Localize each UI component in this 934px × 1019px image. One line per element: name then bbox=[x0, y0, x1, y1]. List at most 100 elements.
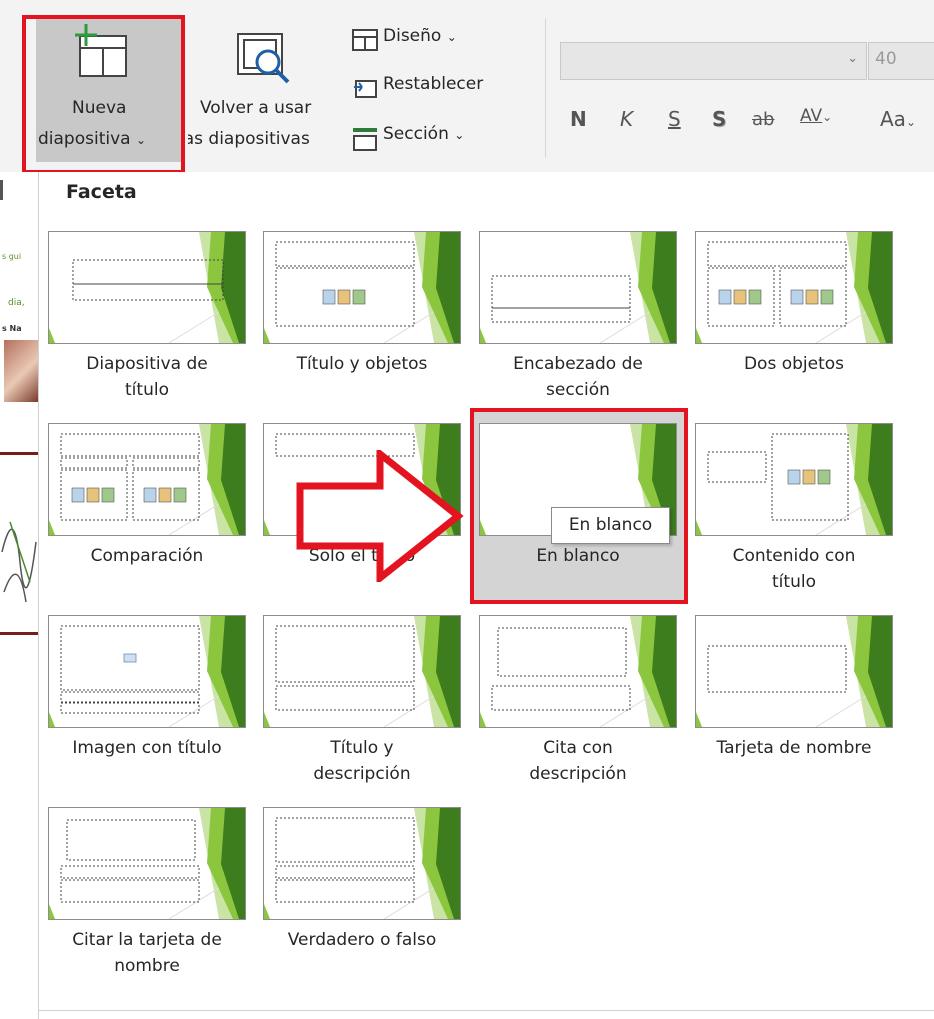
highlight-box-blank-layout bbox=[470, 408, 688, 604]
facet-shape bbox=[480, 328, 486, 343]
content-icon bbox=[787, 469, 801, 485]
slide-thumbnail[interactable]: s gui dia, s Na bbox=[0, 242, 38, 422]
placeholder-box bbox=[491, 685, 631, 711]
layout-thumb-title-content[interactable] bbox=[263, 231, 461, 344]
layout-thumb-comparison[interactable] bbox=[48, 423, 246, 536]
content-icon bbox=[71, 487, 85, 503]
slide-thumbnail[interactable] bbox=[0, 462, 38, 632]
layout-label: Cita con descripción bbox=[529, 738, 627, 784]
content-icon bbox=[748, 289, 762, 305]
content-icon bbox=[337, 289, 351, 305]
slide-preview bbox=[480, 232, 676, 343]
placeholder-box bbox=[275, 879, 415, 903]
placeholder-box bbox=[60, 691, 200, 703]
layout-icon bbox=[352, 29, 378, 51]
facet-shape bbox=[480, 712, 486, 727]
layout-thumb-quote-name-card[interactable] bbox=[48, 807, 246, 920]
font-size-combo[interactable]: 40 bbox=[868, 42, 934, 80]
placeholder-box bbox=[707, 451, 767, 483]
slide-preview bbox=[264, 808, 460, 919]
slide-preview bbox=[264, 232, 460, 343]
chevron-down-icon: ⌄ bbox=[446, 30, 457, 44]
slide-preview bbox=[480, 616, 676, 727]
char-spacing-button[interactable]: AV⌄ bbox=[800, 106, 832, 136]
layout-label: Contenido con título bbox=[732, 546, 856, 592]
layout-thumb-picture-caption[interactable] bbox=[48, 615, 246, 728]
facet-shape bbox=[696, 712, 702, 727]
placeholder-box bbox=[60, 879, 200, 903]
facet-shape bbox=[696, 328, 702, 343]
font-name-combo[interactable]: ⌄ bbox=[560, 42, 867, 80]
layout-thumb-section-header[interactable] bbox=[479, 231, 677, 344]
layout-thumb-two-content[interactable] bbox=[695, 231, 893, 344]
slide-thumbnail-strip: s gui dia, s Na bbox=[0, 172, 38, 1019]
layout-label: Título y descripción bbox=[313, 738, 411, 784]
placeholder-box bbox=[60, 433, 200, 457]
placeholder-box bbox=[60, 457, 128, 469]
divider bbox=[545, 18, 546, 158]
layout-label: Imagen con título bbox=[72, 738, 222, 758]
slide-photo bbox=[4, 340, 38, 402]
facet-shape bbox=[696, 520, 702, 535]
reuse-label-2: las diapositivas bbox=[188, 129, 310, 149]
tooltip: En blanco bbox=[551, 507, 670, 544]
chevron-down-icon: ⌄ bbox=[847, 51, 858, 66]
chevron-down-icon: ⌄ bbox=[454, 128, 465, 142]
layout-thumb-quote-caption[interactable] bbox=[479, 615, 677, 728]
facet-line bbox=[383, 887, 435, 919]
sketch-image bbox=[1, 521, 37, 603]
layout-label: Dos objetos bbox=[743, 354, 845, 374]
slide-preview bbox=[696, 616, 892, 727]
layout-thumb-true-false[interactable] bbox=[263, 807, 461, 920]
layout-thumb-title-slide[interactable] bbox=[48, 231, 246, 344]
facet-line bbox=[383, 311, 435, 343]
highlight-box-new-slide bbox=[22, 15, 185, 174]
placeholder-box bbox=[275, 685, 415, 711]
layout-thumb-name-card[interactable] bbox=[695, 615, 893, 728]
gallery-title: Faceta bbox=[66, 181, 137, 203]
placeholder-box bbox=[60, 702, 200, 714]
section-label: Sección bbox=[383, 124, 449, 144]
underline-button[interactable]: S bbox=[668, 107, 681, 131]
content-icon bbox=[790, 289, 804, 305]
arrow-right-icon bbox=[296, 450, 464, 582]
content-icon bbox=[101, 487, 115, 503]
layout-label: Diapositiva de título bbox=[86, 354, 208, 400]
bold-button[interactable]: N bbox=[570, 107, 587, 131]
content-icon bbox=[802, 469, 816, 485]
reset-label: Restablecer bbox=[383, 74, 484, 94]
placeholder-box bbox=[491, 275, 631, 309]
content-icon bbox=[352, 289, 366, 305]
layout-thumb-title-description[interactable] bbox=[263, 615, 461, 728]
strikethrough-button[interactable]: ab bbox=[752, 109, 774, 130]
placeholder-box bbox=[72, 283, 224, 301]
content-icon bbox=[820, 289, 834, 305]
facet-shape bbox=[264, 520, 270, 535]
layout-thumb-content-caption[interactable] bbox=[695, 423, 893, 536]
content-icon bbox=[143, 487, 157, 503]
facet-shape bbox=[49, 520, 55, 535]
content-icon bbox=[817, 469, 831, 485]
reuse-slides-button[interactable]: Volver a usar las diapositivas bbox=[188, 16, 346, 162]
slide-preview bbox=[696, 232, 892, 343]
placeholder-box bbox=[497, 627, 627, 677]
placeholder-box bbox=[275, 625, 415, 683]
shadow-button[interactable]: S bbox=[712, 107, 726, 131]
placeholder-box bbox=[707, 241, 847, 267]
picture-icon bbox=[123, 653, 137, 663]
placeholder-box bbox=[60, 865, 200, 879]
facet-shape bbox=[264, 328, 270, 343]
placeholder-box bbox=[707, 645, 847, 693]
italic-button[interactable]: K bbox=[620, 107, 633, 131]
content-icon bbox=[158, 487, 172, 503]
placeholder-box bbox=[132, 457, 200, 469]
facet-shape bbox=[49, 328, 55, 343]
slide-preview bbox=[264, 616, 460, 727]
facet-shape bbox=[49, 904, 55, 919]
facet-line bbox=[815, 311, 867, 343]
slide-preview bbox=[49, 232, 245, 343]
change-case-button[interactable]: Aa⌄ bbox=[880, 107, 934, 137]
placeholder-box bbox=[66, 819, 196, 861]
chevron-down-icon: ⌄ bbox=[822, 110, 833, 124]
content-icon bbox=[805, 289, 819, 305]
